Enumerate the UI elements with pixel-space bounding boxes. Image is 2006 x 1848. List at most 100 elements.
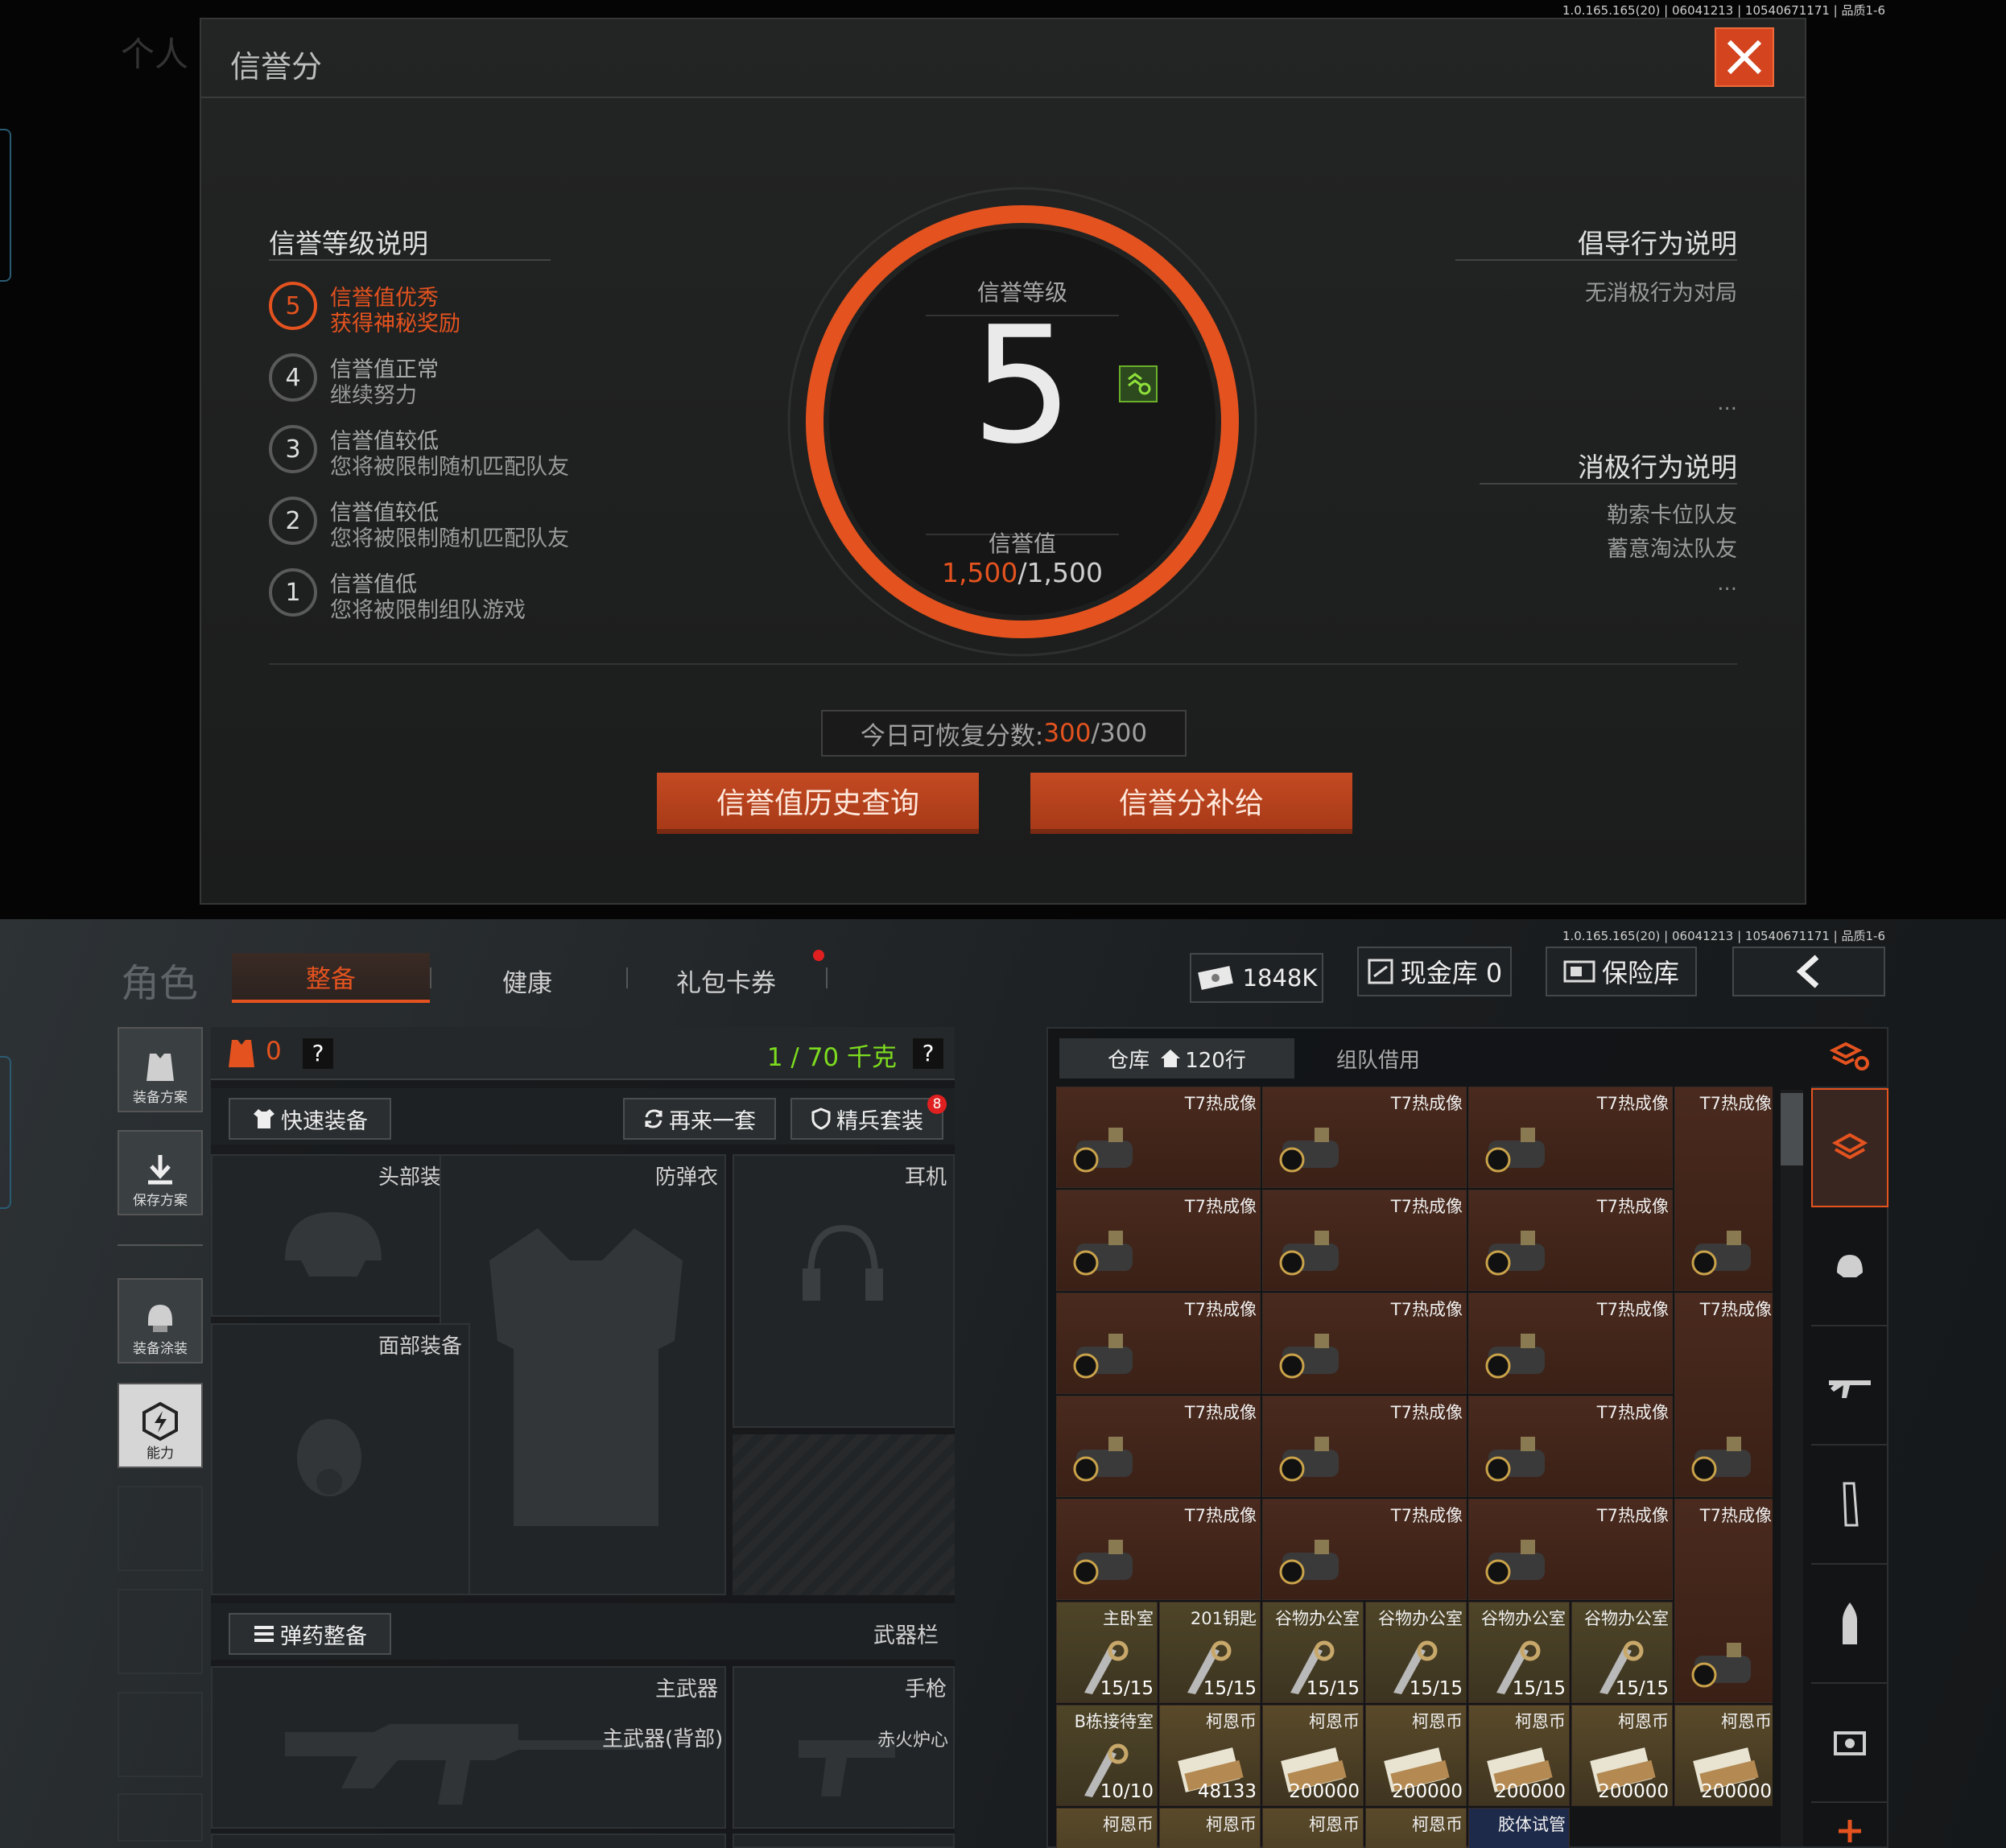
grid-item[interactable]: T7热成像 (1468, 1087, 1673, 1188)
ability-button[interactable]: 能力 (118, 1383, 203, 1468)
money-display: 1848K (1190, 953, 1323, 1003)
grid-item[interactable]: T7热成像 (1056, 1293, 1261, 1394)
grid-item[interactable]: 谷物办公室 15/15 (1468, 1602, 1570, 1703)
help-button[interactable]: ? (303, 1038, 333, 1069)
tab-health[interactable]: 健康 (491, 963, 563, 999)
weight-help-button[interactable]: ? (913, 1038, 943, 1069)
back-button[interactable] (1732, 947, 1885, 996)
category-rifle[interactable] (1811, 1326, 1888, 1446)
ammo-equip-label: 弹药整备 (280, 1623, 367, 1649)
level-desc: 您将被限制随机匹配队友 (330, 526, 569, 551)
sort-button[interactable] (1811, 1027, 1888, 1088)
armor-slot[interactable]: 防弹衣 (440, 1154, 726, 1595)
melee-slot[interactable] (733, 1834, 955, 1848)
item-count: 200000 (1495, 1781, 1566, 1802)
safe-button[interactable]: 保险库 (1546, 947, 1697, 996)
cash-vault-button[interactable]: 现金库 0 (1357, 947, 1512, 996)
grid-item[interactable]: 201钥匙 15/15 (1159, 1602, 1261, 1703)
item-count: 10/10 (1100, 1781, 1154, 1802)
tab-gift-coupons[interactable]: 礼包卡券 (676, 963, 776, 999)
category-ammo[interactable] (1811, 1565, 1888, 1684)
grid-item[interactable]: T7热成像 (1674, 1293, 1773, 1497)
grid-item[interactable]: T7热成像 (1468, 1190, 1673, 1291)
grid-item[interactable]: T7热成像 (1056, 1190, 1261, 1291)
grid-item[interactable]: 柯恩币 (1365, 1808, 1467, 1848)
face-slot-label: 面部装备 (378, 1334, 462, 1359)
grid-scrollbar[interactable] (1781, 1090, 1803, 1846)
category-all[interactable] (1811, 1088, 1888, 1207)
grid-item[interactable]: T7热成像 (1262, 1087, 1467, 1188)
tab-storage[interactable]: 仓库 120行 (1059, 1038, 1294, 1079)
grid-item[interactable]: B栋接待室 10/10 (1056, 1705, 1158, 1806)
scrollbar-thumb[interactable] (1781, 1093, 1803, 1165)
grid-item[interactable]: 柯恩币 (1159, 1808, 1261, 1848)
headset-slot[interactable]: 耳机 (733, 1154, 955, 1428)
page-title: 角色 (121, 961, 199, 1006)
again-button[interactable]: 再来一套 (623, 1098, 776, 1140)
grid-item[interactable]: 柯恩币 200000 (1674, 1705, 1773, 1806)
grid-item[interactable]: T7热成像 (1262, 1293, 1467, 1394)
thermal-scope-icon (1691, 1643, 1751, 1688)
grid-item[interactable]: 谷物办公室 15/15 (1571, 1602, 1673, 1703)
save-plan-button[interactable]: 保存方案 (118, 1130, 203, 1215)
close-icon (1727, 39, 1762, 75)
grid-item[interactable]: 柯恩币 48133 (1159, 1705, 1261, 1806)
grid-item[interactable]: T7热成像 (1468, 1499, 1673, 1600)
grid-item[interactable]: T7热成像 (1262, 1190, 1467, 1291)
quick-equip-button[interactable]: 快速装备 (229, 1098, 391, 1140)
ability-label: 能力 (147, 1446, 174, 1462)
category-magazine[interactable] (1811, 1446, 1888, 1565)
item-name: 谷物办公室 (1378, 1609, 1463, 1628)
grid-item[interactable]: T7热成像 (1468, 1396, 1673, 1497)
grid-item[interactable]: T7热成像 (1674, 1499, 1773, 1703)
history-button[interactable]: 信誉值历史查询 (657, 773, 979, 834)
grid-item[interactable]: T7热成像 (1056, 1499, 1261, 1600)
grid-item[interactable]: T7热成像 (1674, 1087, 1773, 1291)
head-slot[interactable]: 头部装备 (211, 1154, 470, 1317)
grid-item[interactable]: 柯恩币 (1262, 1808, 1364, 1848)
item-name: T7热成像 (1390, 1300, 1463, 1319)
grid-item[interactable]: 柯恩币 (1056, 1808, 1158, 1848)
item-name: T7热成像 (1596, 1197, 1669, 1216)
grid-item[interactable]: 主卧室 15/15 (1056, 1602, 1158, 1703)
grid-item[interactable]: 柯恩币 200000 (1365, 1705, 1467, 1806)
category-scope[interactable] (1811, 1684, 1888, 1803)
thermal-scope-icon (1073, 1231, 1133, 1276)
bottom-divider (269, 663, 1737, 665)
thermal-scope-icon (1485, 1437, 1545, 1482)
elite-set-button[interactable]: 精兵套装 (790, 1098, 943, 1140)
negative-item-1: 勒索卡位队友 (1607, 503, 1737, 528)
category-helmet[interactable] (1811, 1207, 1888, 1326)
grid-item[interactable]: T7热成像 (1262, 1396, 1467, 1497)
armor-orange-icon (229, 1040, 254, 1067)
empty-slot (118, 1589, 203, 1674)
item-name: T7热成像 (1390, 1506, 1463, 1525)
supply-button[interactable]: 信誉分补给 (1030, 773, 1352, 834)
item-name: 柯恩币 (1206, 1815, 1257, 1834)
grid-item[interactable]: 胶体试管 (1468, 1808, 1570, 1848)
grid-item[interactable]: 柯恩币 200000 (1571, 1705, 1673, 1806)
grid-item[interactable]: 谷物办公室 15/15 (1262, 1602, 1364, 1703)
item-name: 谷物办公室 (1275, 1609, 1360, 1628)
grid-item[interactable]: T7热成像 (1056, 1087, 1261, 1188)
ammo-equip-button[interactable]: 弹药整备 (229, 1613, 391, 1655)
add-category-button[interactable] (1811, 1803, 1888, 1848)
level-number: 2 (269, 497, 317, 545)
layers-icon (1832, 1132, 1868, 1160)
grid-item[interactable]: T7热成像 (1262, 1499, 1467, 1600)
grid-item[interactable]: T7热成像 (1468, 1293, 1673, 1394)
tab-team-borrow[interactable]: 组队借用 (1299, 1038, 1457, 1079)
gear-skin-button[interactable]: 装备涂装 (118, 1278, 203, 1363)
grid-item[interactable]: 谷物办公室 15/15 (1365, 1602, 1467, 1703)
gear-plan-button[interactable]: 装备方案 (118, 1027, 203, 1112)
grid-item[interactable]: 柯恩币 200000 (1468, 1705, 1570, 1806)
grid-item[interactable]: T7热成像 (1056, 1396, 1261, 1497)
tab-gear[interactable]: 整备 (232, 953, 430, 1003)
rows-count: 120行 (1185, 1048, 1246, 1073)
primary-back-spacer (211, 1834, 726, 1848)
grid-item[interactable]: 柯恩币 200000 (1262, 1705, 1364, 1806)
plus-icon (1839, 1820, 1861, 1842)
safe-icon (1563, 960, 1595, 983)
close-button[interactable] (1715, 27, 1774, 87)
face-slot[interactable]: 面部装备 (211, 1323, 470, 1595)
